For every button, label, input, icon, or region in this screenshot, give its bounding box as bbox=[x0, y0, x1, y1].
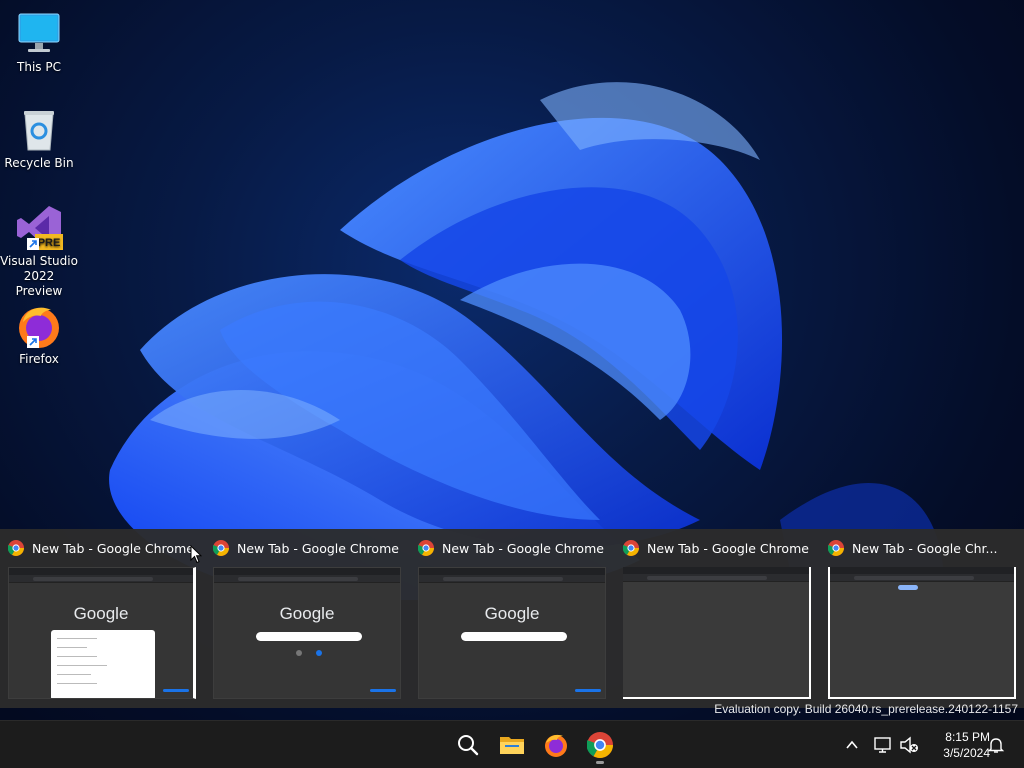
thumbnail-title-text: New Tab - Google Chrome bbox=[237, 540, 399, 556]
volume-muted-icon bbox=[900, 736, 918, 754]
monitor-icon bbox=[15, 10, 63, 58]
chrome-window-thumbnail[interactable]: New Tab - Google Chrome bbox=[615, 529, 820, 708]
chrome-icon bbox=[418, 540, 434, 556]
chrome-icon bbox=[828, 540, 844, 556]
clock[interactable]: 8:15 PM 3/5/2024 bbox=[922, 729, 990, 761]
search-suggestions bbox=[51, 630, 155, 698]
thumbnail-title-text: New Tab - Google Chrome bbox=[647, 540, 809, 556]
clock-time: 8:15 PM bbox=[945, 730, 990, 744]
pre-badge: PRE bbox=[38, 237, 61, 249]
desktop-icon-label: Firefox bbox=[19, 352, 59, 366]
thumbnail-preview: Google bbox=[8, 567, 196, 699]
chrome-icon bbox=[213, 540, 229, 556]
recycle-bin-icon bbox=[15, 106, 63, 154]
file-explorer-icon bbox=[500, 737, 524, 754]
desktop-icon-label: This PC bbox=[17, 60, 61, 74]
show-hidden-icons-button[interactable] bbox=[840, 733, 864, 757]
bell-icon bbox=[987, 738, 1005, 753]
clock-date: 3/5/2024 bbox=[943, 746, 990, 760]
desktop-icon-firefox[interactable]: Firefox bbox=[0, 302, 78, 367]
chrome-window-thumbnail[interactable]: New Tab - Google Chr... bbox=[820, 529, 1024, 708]
chrome-window-thumbnail[interactable]: New Tab - Google Chrome Google bbox=[0, 529, 205, 708]
desktop-icon-visual-studio[interactable]: PRE Visual Studio 2022 Preview bbox=[0, 204, 78, 299]
google-logo-text: Google bbox=[279, 604, 335, 623]
desktop-icon-recycle-bin[interactable]: Recycle Bin bbox=[0, 106, 78, 171]
notifications-button[interactable] bbox=[984, 733, 1008, 757]
mouse-cursor bbox=[190, 545, 202, 564]
taskbar-search-button[interactable] bbox=[448, 725, 488, 765]
desktop-icon-this-pc[interactable]: This PC bbox=[0, 10, 78, 75]
visual-studio-icon: PRE bbox=[15, 204, 63, 252]
network-button[interactable] bbox=[871, 733, 895, 757]
thumbnail-preview bbox=[623, 567, 811, 699]
network-icon bbox=[874, 737, 891, 753]
taskbar-file-explorer-button[interactable] bbox=[492, 725, 532, 765]
desktop-icon-label: Visual Studio 2022 Preview bbox=[0, 254, 78, 298]
chrome-window-thumbnail[interactable]: New Tab - Google Chrome Google bbox=[410, 529, 615, 708]
chevron-up-icon bbox=[846, 740, 858, 749]
taskbar: 8:15 PM 3/5/2024 bbox=[0, 720, 1024, 768]
thumbnail-title: New Tab - Google Chrome bbox=[623, 539, 813, 557]
chrome-icon bbox=[8, 540, 24, 556]
desktop-icon-label: Recycle Bin bbox=[4, 156, 74, 170]
firefox-icon bbox=[15, 302, 63, 350]
google-logo-text: Google bbox=[73, 604, 129, 623]
chrome-icon bbox=[587, 732, 613, 758]
thumbnail-title: New Tab - Google Chr... bbox=[828, 539, 1018, 557]
thumbnail-title: New Tab - Google Chrome bbox=[418, 539, 608, 557]
volume-button[interactable] bbox=[897, 733, 921, 757]
taskbar-thumbnail-preview: New Tab - Google Chrome Google New Tab -… bbox=[0, 529, 1024, 708]
evaluation-watermark: Evaluation copy. Build 26040.rs_prerelea… bbox=[714, 702, 1018, 716]
chrome-icon bbox=[623, 540, 639, 556]
taskbar-firefox-button[interactable] bbox=[536, 725, 576, 765]
chrome-window-thumbnail[interactable]: New Tab - Google Chrome Google bbox=[205, 529, 410, 708]
google-logo-text: Google bbox=[484, 604, 540, 623]
taskbar-chrome-button[interactable] bbox=[580, 725, 620, 765]
search-icon bbox=[458, 735, 479, 756]
thumbnail-preview: Google bbox=[418, 567, 606, 699]
thumbnail-title: New Tab - Google Chrome bbox=[8, 539, 198, 557]
thumbnail-title: New Tab - Google Chrome bbox=[213, 539, 403, 557]
thumbnail-title-text: New Tab - Google Chr... bbox=[852, 540, 998, 556]
thumbnail-title-text: New Tab - Google Chrome bbox=[32, 540, 194, 556]
thumbnail-preview: Google bbox=[213, 567, 401, 699]
thumbnail-title-text: New Tab - Google Chrome bbox=[442, 540, 604, 556]
thumbnail-preview bbox=[828, 567, 1016, 699]
firefox-icon bbox=[545, 734, 567, 757]
